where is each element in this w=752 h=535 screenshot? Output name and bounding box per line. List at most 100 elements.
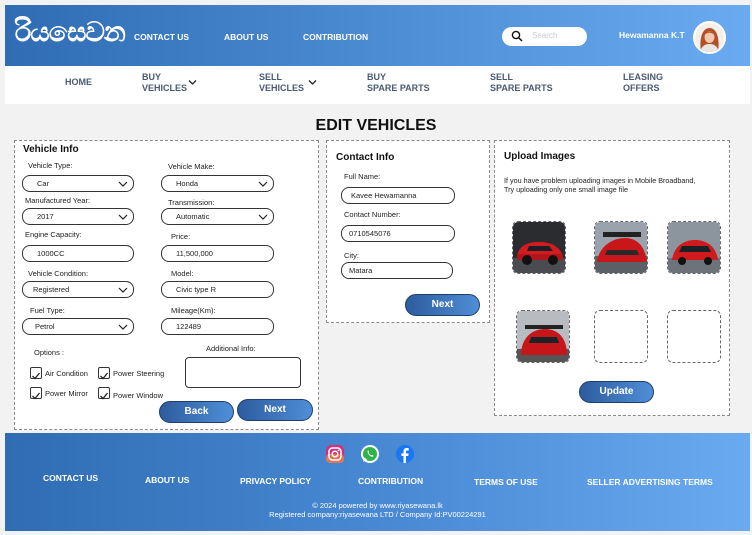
contact-next-button[interactable]: Next bbox=[405, 294, 480, 316]
nav-buy-vehicles-line1: BUY bbox=[142, 72, 162, 82]
nav-leasing-offers[interactable]: LEASING OFFERS bbox=[623, 72, 663, 94]
model-label: Model: bbox=[171, 269, 194, 278]
air-condition-checkbox[interactable] bbox=[30, 367, 42, 380]
footer-copyright: © 2024 powered by www.riyasewana.lk bbox=[312, 501, 443, 510]
whatsapp-icon[interactable] bbox=[360, 444, 380, 464]
price-value: 11,500,000 bbox=[176, 249, 213, 258]
footer-seller-advertising-terms[interactable]: SELLER ADVERTISING TERMS bbox=[587, 477, 713, 487]
check-icon bbox=[100, 392, 109, 400]
chevron-down-icon[interactable] bbox=[188, 78, 197, 87]
avatar[interactable] bbox=[693, 21, 726, 54]
power-steering-checkbox[interactable] bbox=[98, 367, 110, 380]
fuel-type-value: Petrol bbox=[35, 322, 55, 331]
power-steering-label: Power Steering bbox=[113, 369, 165, 378]
nav-home[interactable]: HOME bbox=[65, 77, 92, 88]
header: රියසෙවන CONTACT US ABOUT US CONTRIBUTION… bbox=[5, 5, 750, 66]
engine-capacity-input[interactable]: 1000CC bbox=[22, 245, 134, 262]
image-slot-5[interactable] bbox=[594, 310, 648, 363]
footer-contact-us[interactable]: CONTACT US bbox=[43, 473, 98, 483]
footer-terms-of-use[interactable]: TERMS OF USE bbox=[474, 477, 538, 487]
chevron-down-icon bbox=[258, 214, 268, 220]
update-button[interactable]: Update bbox=[579, 381, 654, 403]
vehicle-info-title: Vehicle Info bbox=[23, 144, 79, 155]
vehicle-make-select[interactable]: Honda bbox=[161, 175, 274, 192]
nav-sell-spare-parts[interactable]: SELL SPARE PARTS bbox=[490, 72, 553, 94]
vehicle-make-label: Vehicle Make: bbox=[168, 162, 215, 171]
upload-note-line2: Try uploading only one small image file bbox=[504, 185, 628, 194]
mileage-input[interactable]: 122489 bbox=[161, 318, 274, 335]
manufactured-year-value: 2017 bbox=[37, 212, 54, 221]
vehicle-type-value: Car bbox=[37, 179, 50, 188]
search-input[interactable]: Search bbox=[502, 27, 587, 46]
fuel-type-label: Fuel Type: bbox=[30, 306, 65, 315]
nav-sell-vehicles[interactable]: SELL VEHICLES bbox=[259, 72, 304, 94]
nav-contribution[interactable]: CONTRIBUTION bbox=[303, 32, 368, 42]
nav-sell-spare-line2: SPARE PARTS bbox=[490, 83, 553, 93]
model-value: Civic type R bbox=[176, 285, 217, 294]
power-window-checkbox[interactable] bbox=[98, 387, 110, 400]
check-icon bbox=[100, 372, 109, 380]
footer-contribution[interactable]: CONTRIBUTION bbox=[358, 476, 423, 486]
additional-info-label: Additional Info: bbox=[206, 344, 256, 353]
manufactured-year-select[interactable]: 2017 bbox=[22, 208, 134, 225]
site-logo[interactable]: රියසෙවන bbox=[15, 17, 126, 49]
vehicle-condition-label: Vehicle Condition: bbox=[28, 269, 89, 278]
price-input[interactable]: 11,500,000 bbox=[161, 245, 274, 262]
vehicle-type-label: Vehicle Type: bbox=[28, 161, 73, 170]
nav-about-us[interactable]: ABOUT US bbox=[224, 32, 268, 42]
nav-sell-vehicles-line2: VEHICLES bbox=[259, 83, 305, 93]
transmission-select[interactable]: Automatic bbox=[161, 208, 274, 225]
footer-about-us[interactable]: ABOUT US bbox=[145, 475, 189, 485]
city-label: City: bbox=[344, 251, 359, 260]
vehicle-condition-select[interactable]: Registered bbox=[22, 281, 134, 298]
transmission-label: Transmission: bbox=[168, 198, 215, 207]
facebook-icon[interactable] bbox=[395, 444, 415, 464]
options-label: Options : bbox=[34, 348, 65, 357]
instagram-icon[interactable] bbox=[325, 444, 345, 464]
contact-number-label: Contact Number: bbox=[344, 210, 401, 219]
back-button[interactable]: Back bbox=[159, 401, 234, 423]
power-mirror-checkbox[interactable] bbox=[30, 387, 42, 400]
nav-contact-us[interactable]: CONTACT US bbox=[134, 32, 189, 42]
footer-privacy-policy[interactable]: PRIVACY POLICY bbox=[240, 476, 311, 486]
image-slot-6[interactable] bbox=[667, 310, 721, 363]
transmission-value: Automatic bbox=[176, 212, 210, 221]
manufactured-year-label: Manufactured Year: bbox=[25, 196, 91, 205]
price-label: Price: bbox=[171, 232, 191, 241]
full-name-input[interactable]: Kavee Hewamanna bbox=[341, 187, 455, 204]
car-image-4[interactable] bbox=[516, 310, 570, 363]
fuel-type-select[interactable]: Petrol bbox=[22, 318, 134, 335]
check-icon bbox=[32, 372, 41, 380]
user-name[interactable]: Hewamanna K.T bbox=[619, 30, 685, 40]
nav-buy-spare-parts[interactable]: BUY SPARE PARTS bbox=[367, 72, 430, 94]
vehicle-type-select[interactable]: Car bbox=[22, 175, 134, 192]
car-image-2[interactable] bbox=[594, 221, 648, 274]
city-input[interactable]: Matara bbox=[341, 262, 453, 279]
next-button[interactable]: Next bbox=[237, 399, 313, 421]
mileage-label: Mileage(Km): bbox=[171, 306, 216, 315]
nav-buy-vehicles-line2: VEHICLES bbox=[142, 83, 188, 93]
chevron-down-icon bbox=[258, 181, 268, 187]
chevron-down-icon bbox=[118, 324, 128, 330]
nav-buy-vehicles[interactable]: BUY VEHICLES bbox=[142, 72, 187, 94]
car-photo bbox=[595, 222, 647, 273]
additional-info-textarea[interactable] bbox=[185, 357, 301, 388]
car-image-3[interactable] bbox=[667, 221, 721, 274]
car-image-1[interactable] bbox=[512, 221, 566, 274]
vehicle-condition-value: Registered bbox=[33, 285, 70, 294]
power-mirror-label: Power Mirror bbox=[45, 389, 88, 398]
power-window-label: Power Window bbox=[113, 391, 164, 400]
nav-buy-spare-line2: SPARE PARTS bbox=[367, 83, 430, 93]
vehicle-make-value: Honda bbox=[176, 179, 199, 188]
car-photo bbox=[517, 311, 569, 362]
nav-sell-vehicles-line1: SELL bbox=[259, 72, 283, 82]
upload-note-line1: If you have problem uploading images in … bbox=[504, 176, 696, 185]
contact-number-input[interactable]: 0710545076 bbox=[341, 225, 455, 242]
contact-number-value: 0710545076 bbox=[349, 229, 391, 238]
full-name-value: Kavee Hewamanna bbox=[351, 191, 417, 200]
chevron-down-icon[interactable] bbox=[308, 78, 317, 87]
model-input[interactable]: Civic type R bbox=[161, 281, 274, 298]
search-icon bbox=[511, 30, 523, 42]
category-nav: HOME BUY VEHICLES SELL VEHICLES BUY SPAR… bbox=[5, 66, 750, 104]
engine-capacity-value: 1000CC bbox=[37, 249, 65, 258]
